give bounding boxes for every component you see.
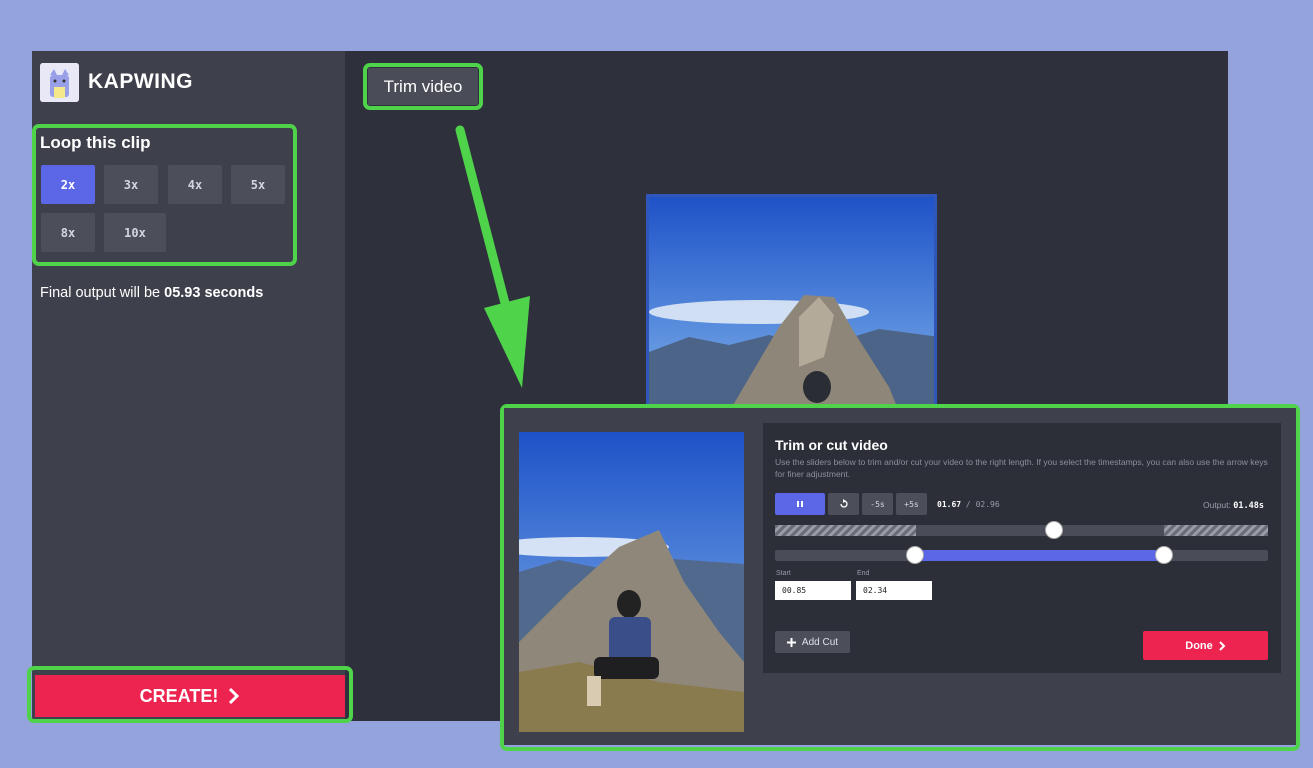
time-separator: / bbox=[965, 500, 971, 509]
current-time: 01.67 bbox=[937, 500, 962, 509]
trim-video-label: Trim video bbox=[368, 68, 478, 105]
chevron-right-icon bbox=[229, 687, 240, 705]
loop-option-2x[interactable]: 2x bbox=[41, 165, 95, 204]
time-readout: 01.67 / 02.96 bbox=[937, 500, 1000, 509]
trimmed-region-left bbox=[775, 525, 916, 536]
done-button[interactable]: Done bbox=[1143, 631, 1268, 660]
trim-video-thumbnail bbox=[519, 432, 744, 732]
plus-icon bbox=[786, 637, 796, 647]
rewind-5s-button[interactable]: -5s bbox=[862, 493, 893, 515]
annotation-arrow-icon bbox=[455, 125, 530, 388]
end-time-input[interactable] bbox=[856, 581, 932, 600]
pause-button[interactable] bbox=[775, 493, 825, 515]
loop-option-4x[interactable]: 4x bbox=[168, 165, 222, 204]
restart-button[interactable] bbox=[828, 493, 859, 515]
total-time: 02.96 bbox=[975, 500, 1000, 509]
done-label: Done bbox=[1185, 639, 1213, 652]
pause-icon bbox=[797, 501, 803, 507]
video-preview[interactable] bbox=[646, 194, 937, 409]
playhead-track[interactable] bbox=[775, 525, 1268, 536]
chevron-right-icon bbox=[1219, 640, 1226, 651]
loop-option-10x[interactable]: 10x bbox=[104, 213, 166, 252]
restart-icon bbox=[839, 499, 848, 508]
loop-option-3x[interactable]: 3x bbox=[104, 165, 158, 204]
cat-logo-icon bbox=[40, 63, 79, 102]
loop-title: Loop this clip bbox=[40, 133, 151, 152]
create-button[interactable]: CREATE! bbox=[35, 675, 345, 717]
playhead-handle[interactable] bbox=[1045, 521, 1063, 539]
forward-5s-button[interactable]: +5s bbox=[896, 493, 927, 515]
end-label: End bbox=[857, 570, 870, 577]
trimmed-region-right bbox=[1164, 525, 1268, 536]
trim-range-fill bbox=[916, 550, 1164, 561]
trim-panel-description: Use the sliders below to trim and/or cut… bbox=[775, 457, 1268, 479]
trim-range-track[interactable] bbox=[775, 550, 1268, 561]
start-time-input[interactable] bbox=[775, 581, 851, 600]
loop-option-5x[interactable]: 5x bbox=[231, 165, 285, 204]
output-label: Output: bbox=[1203, 500, 1231, 510]
start-label: Start bbox=[776, 570, 791, 577]
final-output-text: Final output will be 05.93 seconds bbox=[40, 285, 263, 301]
add-cut-button[interactable]: Add Cut bbox=[775, 631, 850, 653]
output-value: 01.48s bbox=[1233, 501, 1264, 511]
final-output-prefix: Final output will be bbox=[40, 285, 161, 301]
create-button-label: CREATE! bbox=[139, 685, 219, 706]
trim-panel-title: Trim or cut video bbox=[775, 437, 888, 453]
trim-end-handle[interactable] bbox=[1155, 546, 1173, 564]
output-readout: Output: 01.48s bbox=[1203, 500, 1264, 511]
final-output-value: 05.93 seconds bbox=[164, 285, 264, 301]
add-cut-label: Add Cut bbox=[801, 636, 839, 648]
brand-name: KAPWING bbox=[88, 70, 193, 93]
loop-option-8x[interactable]: 8x bbox=[41, 213, 95, 252]
trim-start-handle[interactable] bbox=[906, 546, 924, 564]
